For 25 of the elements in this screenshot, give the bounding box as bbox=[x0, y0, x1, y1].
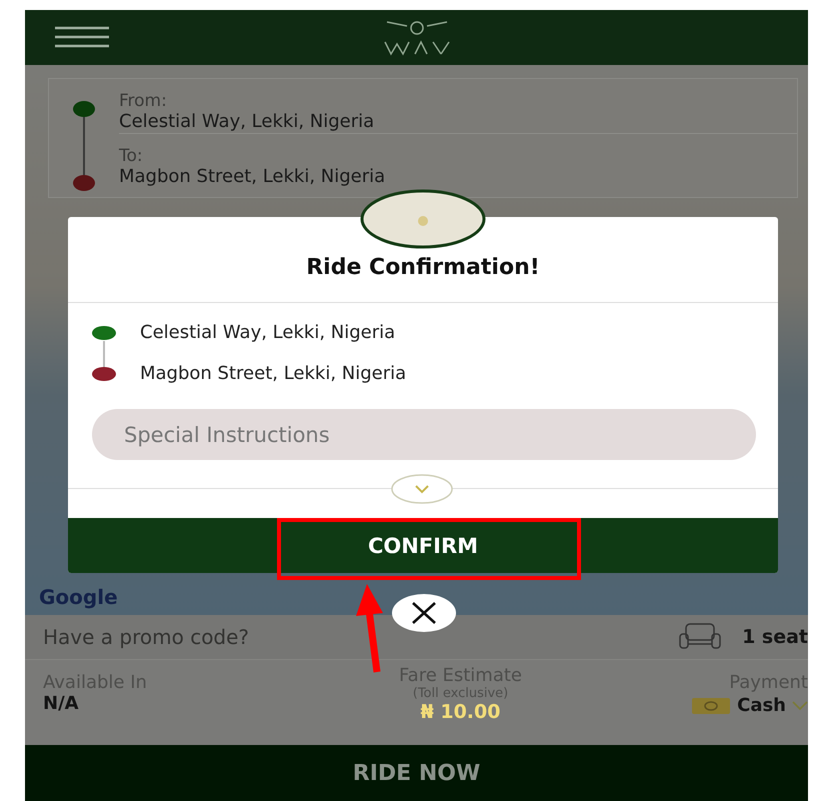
promo-code-field[interactable]: Have a promo code? bbox=[43, 625, 678, 649]
from-label: From: bbox=[119, 91, 168, 111]
stop-address: Celestial Way, Lekki, Nigeria bbox=[140, 322, 396, 344]
origin-dot bbox=[73, 101, 95, 117]
route-line bbox=[103, 341, 105, 370]
confirm-button[interactable]: CONFIRM bbox=[68, 518, 778, 573]
from-address[interactable]: Celestial Way, Lekki, Nigeria bbox=[119, 111, 797, 133]
cash-icon bbox=[691, 696, 732, 716]
logo-badge-icon bbox=[359, 189, 487, 249]
dialog-title: Ride Confirmation! bbox=[68, 255, 778, 304]
seat-icon bbox=[678, 622, 722, 652]
seat-count[interactable]: 1 seat bbox=[742, 626, 808, 648]
route-line bbox=[83, 117, 85, 175]
special-instructions-field[interactable]: Special Instructions bbox=[92, 409, 756, 460]
map-attribution: Google bbox=[39, 585, 118, 609]
menu-icon[interactable] bbox=[55, 26, 109, 48]
fare-amount: ₦ 10.00 bbox=[420, 701, 500, 723]
availability-value: N/A bbox=[43, 693, 80, 714]
close-icon[interactable] bbox=[391, 593, 457, 633]
ride-now-button[interactable]: RIDE NOW bbox=[25, 745, 808, 801]
payment-method[interactable]: Cash bbox=[737, 695, 786, 716]
destination-dot bbox=[73, 175, 95, 191]
to-address[interactable]: Magbon Street, Lekki, Nigeria bbox=[119, 166, 797, 188]
stop-address: Magbon Street, Lekki, Nigeria bbox=[140, 363, 406, 384]
to-label: To: bbox=[119, 146, 144, 166]
